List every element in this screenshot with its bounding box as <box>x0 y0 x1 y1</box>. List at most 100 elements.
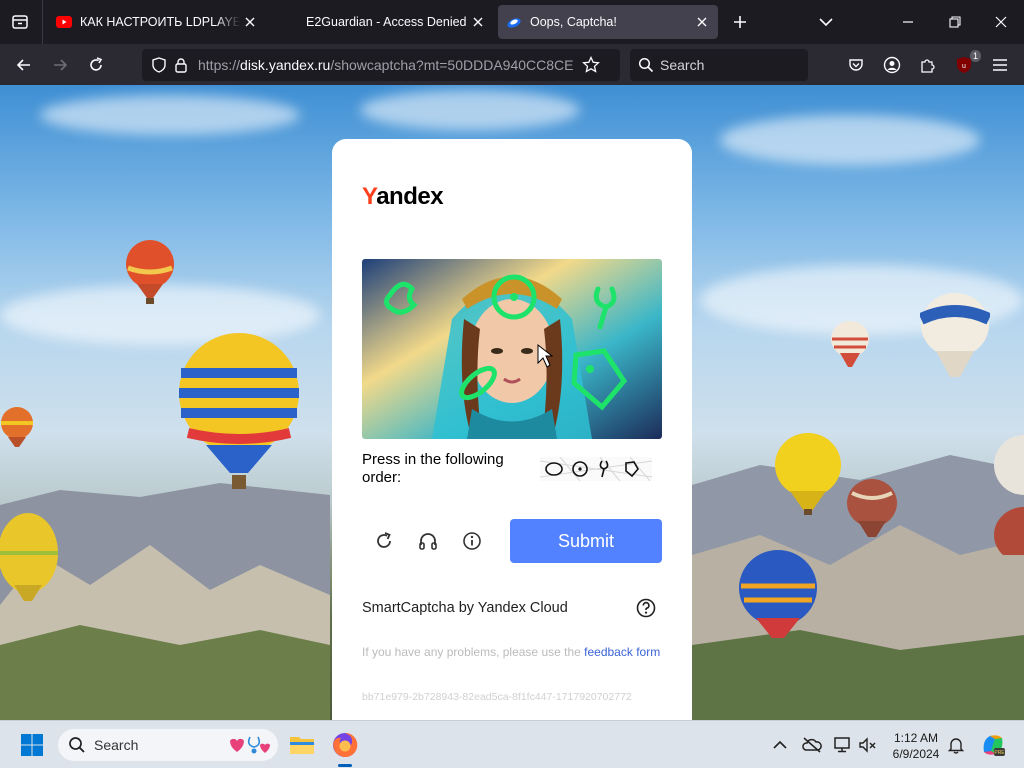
list-all-tabs-button[interactable] <box>814 10 838 34</box>
youtube-icon <box>56 14 72 30</box>
search-icon <box>69 737 85 753</box>
chevron-up-icon <box>773 740 787 749</box>
account-button[interactable] <box>879 52 905 78</box>
arrow-left-icon <box>16 59 30 71</box>
svg-text:u: u <box>962 63 966 70</box>
minimize-icon <box>903 21 913 23</box>
plus-icon <box>734 16 746 28</box>
app-menu-button[interactable] <box>987 52 1013 78</box>
chevron-down-icon <box>819 18 833 27</box>
pocket-button[interactable] <box>843 52 869 78</box>
hot-air-balloon-image <box>1 407 33 447</box>
svg-text:PRE: PRE <box>994 750 1005 756</box>
bell-icon <box>948 738 964 754</box>
minimize-button[interactable] <box>894 8 922 36</box>
volume-tray-button[interactable] <box>858 735 878 755</box>
copilot-button[interactable]: PRE <box>980 732 1006 758</box>
refresh-icon[interactable] <box>372 529 396 553</box>
feedback-form-link[interactable]: feedback form <box>584 645 660 659</box>
pocket-icon <box>849 59 863 71</box>
yandex-disk-icon <box>506 14 522 30</box>
address-bar[interactable]: https://disk.yandex.ru/showcaptcha?mt=50… <box>142 49 620 81</box>
hot-air-balloon-image <box>994 435 1024 555</box>
url-text[interactable]: https://disk.yandex.ru/showcaptcha?mt=50… <box>198 57 574 73</box>
captcha-image[interactable] <box>362 259 662 439</box>
speaker-muted-icon <box>859 737 876 753</box>
tab-youtube[interactable]: КАК НАСТРОИТЬ LDPLAYER 9 <box>48 5 266 39</box>
smartcaptcha-brand: SmartCaptcha by Yandex Cloud <box>362 600 568 616</box>
notifications-button[interactable] <box>946 735 966 755</box>
onedrive-tray-button[interactable] <box>802 735 822 755</box>
tab-captcha[interactable]: Oops, Captcha! <box>498 5 718 39</box>
back-button[interactable] <box>11 52 37 78</box>
file-explorer-button[interactable] <box>286 729 318 761</box>
tab-title: Oops, Captcha! <box>530 15 617 29</box>
file-explorer-icon <box>290 737 314 754</box>
cloud-offline-icon <box>802 737 822 753</box>
captcha-order-hint <box>540 457 652 481</box>
taskbar-clock[interactable]: 1:12 AM 6/9/2024 <box>886 730 946 762</box>
hot-air-balloon-image <box>831 321 869 367</box>
navigation-toolbar: https://disk.yandex.ru/showcaptcha?mt=50… <box>0 44 1024 85</box>
request-id: bb71e979-2b728943-82ead5ca-8f1fc447-1717… <box>362 691 632 703</box>
yandex-logo: Yandex <box>362 183 444 210</box>
taskbar-search-box[interactable]: Search <box>58 729 278 761</box>
headphones-icon[interactable] <box>416 529 440 553</box>
hot-air-balloon-image <box>847 479 897 537</box>
hot-air-balloon-image <box>739 550 817 638</box>
tab-strip: КАК НАСТРОИТЬ LDPLAYER 9 E2Guardian - Ac… <box>0 0 1024 44</box>
firefox-taskbar-button[interactable] <box>329 729 361 761</box>
tab-e2guardian[interactable]: E2Guardian - Access Denied <box>274 5 494 39</box>
star-bookmark-icon[interactable] <box>580 54 602 76</box>
hamburger-menu-icon <box>993 59 1007 71</box>
reload-button[interactable] <box>83 52 109 78</box>
windows-taskbar: Search 1:12 AM 6/9/2024 PRE <box>0 720 1024 768</box>
problem-notice: If you have any problems, please use the… <box>362 645 661 659</box>
search-input[interactable]: Search <box>630 49 808 81</box>
close-tab-icon[interactable] <box>692 12 712 32</box>
close-icon <box>995 16 1007 28</box>
close-window-button[interactable] <box>987 8 1015 36</box>
reload-icon <box>90 57 103 71</box>
extensions-button[interactable] <box>915 52 941 78</box>
puzzle-icon <box>921 59 935 73</box>
blank-page-icon <box>282 14 298 30</box>
copilot-icon: PRE <box>983 735 1005 756</box>
arrow-right-icon <box>54 59 68 71</box>
submit-button[interactable]: Submit <box>510 519 662 563</box>
network-monitor-icon <box>834 737 850 753</box>
firefox-view-button[interactable] <box>8 10 32 34</box>
forward-button[interactable] <box>47 52 73 78</box>
info-icon[interactable] <box>460 529 484 553</box>
captcha-card: Yandex Press in the following order: Sub… <box>332 139 692 720</box>
hot-air-balloon-image <box>920 293 990 377</box>
lock-icon[interactable] <box>170 54 192 76</box>
shield-icon[interactable] <box>148 54 170 76</box>
tab-separator <box>42 0 43 44</box>
new-tab-button[interactable] <box>728 10 752 34</box>
network-tray-button[interactable] <box>834 735 854 755</box>
tab-title: E2Guardian - Access Denied <box>306 15 467 29</box>
hot-air-balloon-image <box>775 433 841 515</box>
ublock-extension-button[interactable]: u 1 <box>951 50 981 78</box>
windows-start-icon[interactable] <box>20 733 44 757</box>
hot-air-balloon-image <box>0 513 58 601</box>
active-app-indicator <box>338 764 352 767</box>
search-icon <box>638 57 654 73</box>
firefox-view-icon <box>12 15 28 29</box>
close-tab-icon[interactable] <box>468 12 488 32</box>
extension-badge-count: 1 <box>969 50 981 62</box>
search-highlight-hearts-icon <box>230 736 270 754</box>
show-hidden-icons-button[interactable] <box>770 735 790 755</box>
firefox-icon <box>333 732 358 757</box>
captcha-instruction: Press in the following order: <box>362 451 504 486</box>
tab-title: КАК НАСТРОИТЬ LDPLAYER 9 <box>80 15 240 29</box>
restore-button[interactable] <box>941 8 969 36</box>
search-placeholder: Search <box>660 57 705 73</box>
question-mark-icon[interactable] <box>634 596 658 620</box>
clock-time: 1:12 AM <box>893 731 939 745</box>
page-content: Yandex Press in the following order: Sub… <box>0 85 1024 720</box>
account-icon <box>883 56 901 74</box>
hot-air-balloon-image <box>179 333 299 489</box>
close-tab-icon[interactable] <box>240 12 260 32</box>
